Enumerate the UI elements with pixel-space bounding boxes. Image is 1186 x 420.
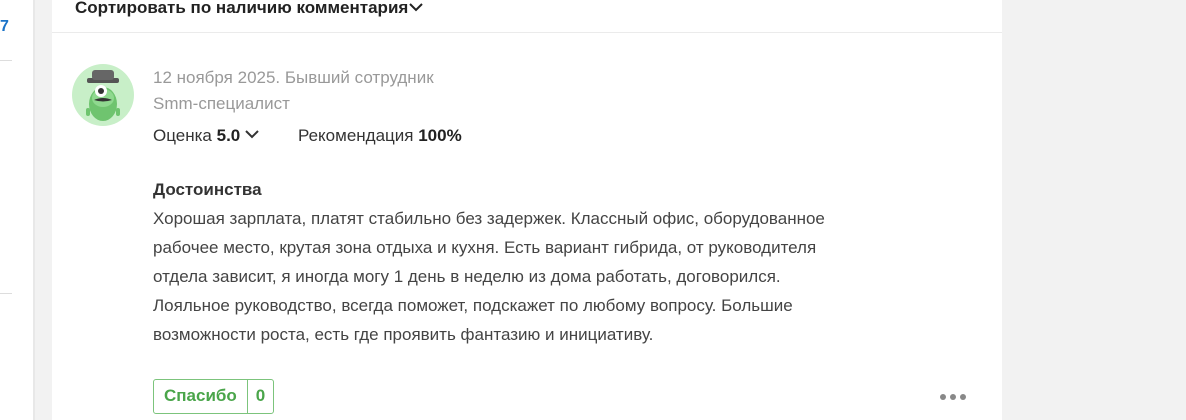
- divider: [0, 60, 12, 61]
- pros-text: Хорошая зарплата, платят стабильно без з…: [153, 204, 853, 349]
- review-date-status: 12 ноября 2025. Бывший сотрудник: [153, 68, 434, 87]
- left-column: 7: [0, 0, 35, 420]
- pros-title: Достоинства: [153, 180, 262, 199]
- pros-line: рабочее место, крутая зона отдыха и кухн…: [153, 238, 817, 257]
- spy-mascot-icon: [86, 70, 120, 121]
- left-count[interactable]: 7: [0, 18, 9, 36]
- column-edge: [33, 0, 35, 420]
- chevron-down-icon[interactable]: [244, 128, 260, 140]
- review-card: Сортировать по наличию комментария 12 но…: [52, 0, 1002, 420]
- thanks-label: Спасибо: [164, 386, 237, 405]
- pros-line: Лояльное руководство, всегда поможет, по…: [153, 296, 793, 315]
- more-dots-icon[interactable]: [940, 390, 966, 404]
- pros-line: возможности роста, есть где проявить фан…: [153, 325, 654, 344]
- thanks-button[interactable]: Спасибо 0: [153, 379, 275, 414]
- review-position: Smm-специалист: [153, 94, 290, 113]
- recommendation-label: Рекомендация: [298, 126, 414, 145]
- rating-label: Оценка: [153, 126, 212, 145]
- sort-dropdown[interactable]: Сортировать по наличию комментария: [75, 0, 408, 18]
- recommendation-value: 100%: [418, 126, 462, 145]
- dot: [940, 394, 946, 400]
- recommendation: Рекомендация 100%: [298, 126, 462, 146]
- chevron-down-icon[interactable]: [408, 1, 424, 13]
- rating-value[interactable]: 5.0: [217, 126, 241, 145]
- divider: [0, 293, 12, 294]
- pros-line: отдела зависит, я иногда могу 1 день в н…: [153, 267, 781, 286]
- pros-line: Хорошая зарплата, платят стабильно без з…: [153, 209, 825, 228]
- sort-bar: Сортировать по наличию комментария: [52, 0, 1002, 33]
- rating-row: Оценка 5.0 Рекомендация 100%: [153, 126, 462, 146]
- dot: [950, 394, 956, 400]
- dot: [960, 394, 966, 400]
- thanks-count: 0: [255, 386, 266, 405]
- avatar: [72, 64, 134, 126]
